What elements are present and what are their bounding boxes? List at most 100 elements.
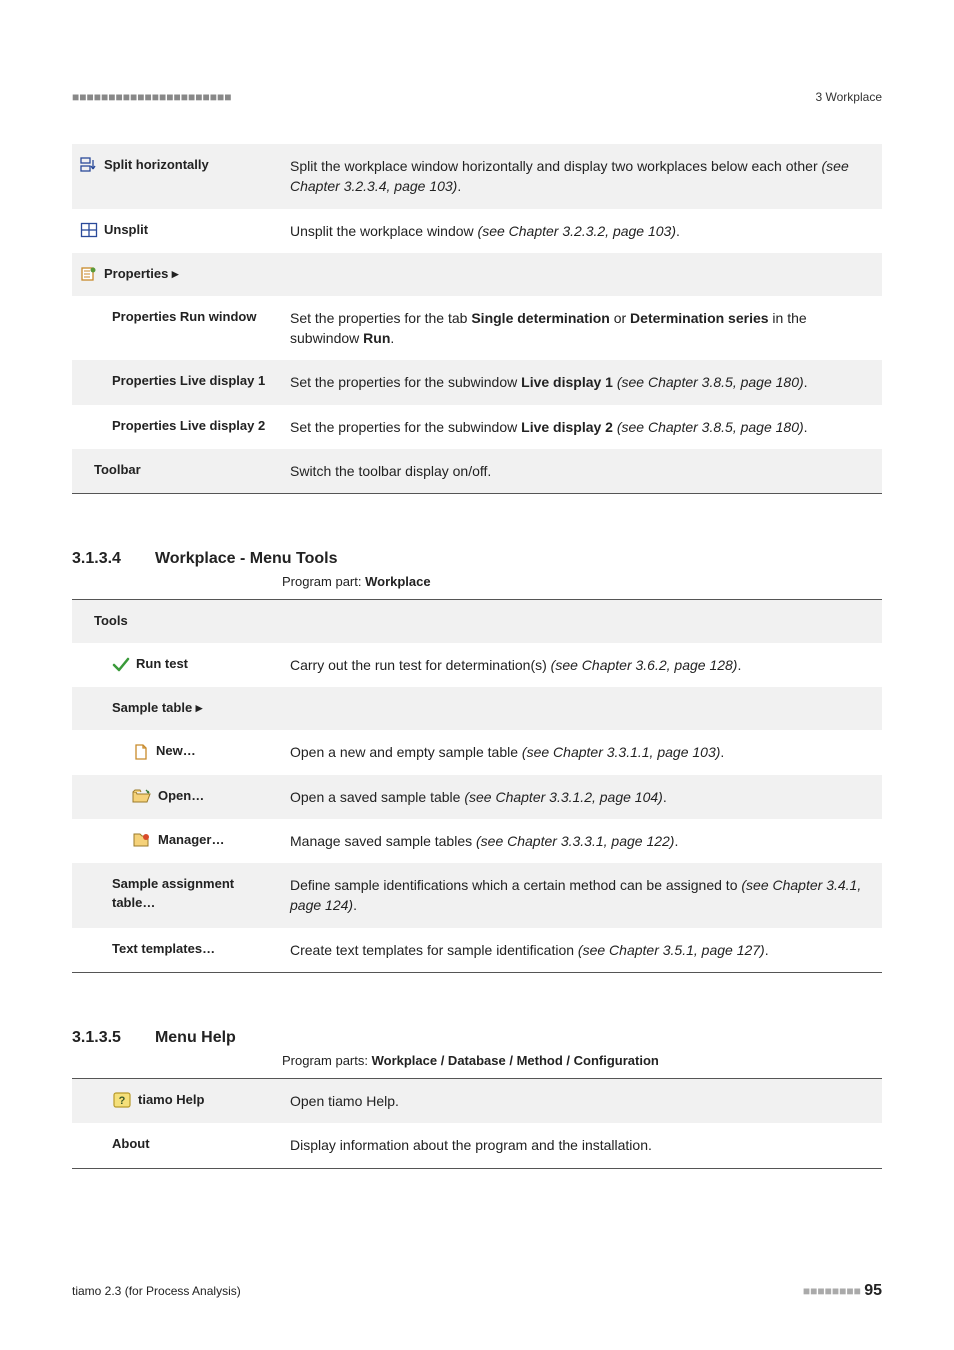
menu-label: Text templates… xyxy=(112,940,215,959)
page: ■■■■■■■■■■■■■■■■■■■■■■ 3 Workplace Split… xyxy=(0,0,954,1350)
table-row: Sample assignment table…Define sample id… xyxy=(72,863,882,928)
menu-label: About xyxy=(112,1135,150,1154)
menu-label: Properties Run window xyxy=(112,308,256,327)
menu-label: Properties Live display 1 xyxy=(112,372,265,391)
menu-desc: Open a new and empty sample table (see C… xyxy=(282,730,882,774)
svg-text:?: ? xyxy=(119,1095,126,1107)
menu-label: Run test xyxy=(136,655,188,674)
menu-item-props_l1: Properties Live display 1 xyxy=(72,360,282,404)
header-chapter: 3 Workplace xyxy=(816,90,882,104)
section-number: 3.1.3.4 xyxy=(72,550,121,568)
menu-desc: Define sample identifications which a ce… xyxy=(282,863,882,928)
menu-item-unsplit: Unsplit xyxy=(72,209,282,253)
unsplit-icon xyxy=(80,222,98,238)
menu-item-text_templates: Text templates… xyxy=(72,928,282,973)
menu-desc: Set the properties for the subwindow Liv… xyxy=(282,405,882,449)
open-folder-icon xyxy=(132,788,152,804)
menu-item-manager: Manager… xyxy=(72,819,282,863)
table-row: Properties Live display 2 Set the propert… xyxy=(72,405,882,449)
table-row: Properties Live display 1 Set the propert… xyxy=(72,360,882,404)
table-row: Properties ▸ xyxy=(72,253,882,296)
menu-desc xyxy=(282,687,882,730)
menu-label: Split horizontally xyxy=(104,156,209,175)
section-heading-help: 3.1.3.5 Menu Help xyxy=(72,1001,882,1047)
table-row: Run test Carry out the run test for deter… xyxy=(72,643,882,687)
menu-item-open: Open… xyxy=(72,775,282,819)
menu-label: Sample assignment table… xyxy=(112,875,274,913)
menu-item-props: Properties ▸ xyxy=(72,253,282,296)
view-menu-table: Split horizontally Split the workplace wi… xyxy=(72,144,882,494)
menu-desc: Unsplit the workplace window (see Chapte… xyxy=(282,209,882,253)
menu-label: Toolbar xyxy=(94,461,141,480)
header-dashes: ■■■■■■■■■■■■■■■■■■■■■■ xyxy=(72,90,231,104)
menu-label: Manager… xyxy=(158,831,224,850)
menu-desc xyxy=(282,253,882,296)
menu-label: tiamo Help xyxy=(138,1091,204,1110)
page-footer: tiamo 2.3 (for Process Analysis) ■■■■■■■… xyxy=(72,1282,882,1300)
menu-item-sample_table: Sample table ▸ xyxy=(72,687,282,730)
menu-label: Tools xyxy=(94,612,128,631)
menu-item-tools_hdr: Tools xyxy=(72,600,282,643)
help-menu-table: ? tiamo Help Open tiamo Help. About Display … xyxy=(72,1078,882,1169)
split-h-icon xyxy=(80,157,98,173)
menu-desc: Set the properties for the tab Single de… xyxy=(282,296,882,361)
menu-desc: Split the workplace window horizontally … xyxy=(282,144,882,209)
menu-label: Properties ▸ xyxy=(104,265,178,284)
section-sub-prefix: Program parts: xyxy=(282,1053,372,1068)
section-sub-bold: Workplace xyxy=(365,574,431,589)
table-row: Unsplit Unsplit the workplace window (see… xyxy=(72,209,882,253)
section-heading-tools: 3.1.3.4 Workplace - Menu Tools xyxy=(72,522,882,568)
menu-label: Open… xyxy=(158,787,204,806)
section-number: 3.1.3.5 xyxy=(72,1029,121,1047)
properties-icon xyxy=(80,266,98,282)
footer-right: ■■■■■■■■ 95 xyxy=(803,1282,882,1300)
menu-label: Properties Live display 2 xyxy=(112,417,265,436)
menu-item-new: New… xyxy=(72,730,282,774)
table-row: ? tiamo Help Open tiamo Help. xyxy=(72,1078,882,1123)
section-subtitle-tools: Program part: Workplace xyxy=(282,574,882,589)
menu-item-split_h: Split horizontally xyxy=(72,144,282,209)
table-row: Split horizontally Split the workplace wi… xyxy=(72,144,882,209)
section-title: Workplace - Menu Tools xyxy=(155,550,338,568)
menu-label: Sample table ▸ xyxy=(112,699,202,718)
menu-desc: Carry out the run test for determination… xyxy=(282,643,882,687)
menu-item-toolbar: Toolbar xyxy=(72,449,282,494)
table-row: About Display information about the progr… xyxy=(72,1123,882,1168)
section-sub-prefix: Program part: xyxy=(282,574,365,589)
page-header: ■■■■■■■■■■■■■■■■■■■■■■ 3 Workplace xyxy=(72,90,882,104)
menu-desc: Create text templates for sample identif… xyxy=(282,928,882,973)
menu-desc xyxy=(282,600,882,643)
table-row: Tools xyxy=(72,600,882,643)
menu-item-tiamo_help: ? tiamo Help xyxy=(72,1078,282,1123)
manager-icon xyxy=(132,832,152,848)
footer-page-number: 95 xyxy=(864,1282,882,1299)
tools-menu-table: Tools Run test Carry out the run test for … xyxy=(72,599,882,973)
menu-item-runtest: Run test xyxy=(72,643,282,687)
section-title: Menu Help xyxy=(155,1029,236,1047)
menu-desc: Display information about the program an… xyxy=(282,1123,882,1168)
menu-item-sample_assign: Sample assignment table… xyxy=(72,863,282,928)
table-row: New… Open a new and empty sample table (s… xyxy=(72,730,882,774)
section-sub-bold: Workplace / Database / Method / Configur… xyxy=(372,1053,659,1068)
menu-desc: Manage saved sample tables (see Chapter … xyxy=(282,819,882,863)
section-subtitle-help: Program parts: Workplace / Database / Me… xyxy=(282,1053,882,1068)
menu-label: Unsplit xyxy=(104,221,148,240)
menu-label: New… xyxy=(156,742,196,761)
table-row: Manager… Manage saved sample tables (see … xyxy=(72,819,882,863)
table-row: Sample table ▸ xyxy=(72,687,882,730)
menu-desc: Set the properties for the subwindow Liv… xyxy=(282,360,882,404)
help-icon: ? xyxy=(112,1091,132,1109)
table-row: Text templates… Create text templates for… xyxy=(72,928,882,973)
check-icon xyxy=(112,656,130,672)
menu-desc: Switch the toolbar display on/off. xyxy=(282,449,882,494)
menu-item-about: About xyxy=(72,1123,282,1168)
menu-desc: Open tiamo Help. xyxy=(282,1078,882,1123)
menu-desc: Open a saved sample table (see Chapter 3… xyxy=(282,775,882,819)
menu-item-props_run: Properties Run window xyxy=(72,296,282,361)
table-row: Open… Open a saved sample table (see Chap… xyxy=(72,775,882,819)
menu-item-props_l2: Properties Live display 2 xyxy=(72,405,282,449)
table-row: Properties Run window Set the properties … xyxy=(72,296,882,361)
footer-dashes: ■■■■■■■■ xyxy=(803,1284,861,1298)
table-row: Toolbar Switch the toolbar display on/off… xyxy=(72,449,882,494)
footer-left: tiamo 2.3 (for Process Analysis) xyxy=(72,1284,241,1298)
